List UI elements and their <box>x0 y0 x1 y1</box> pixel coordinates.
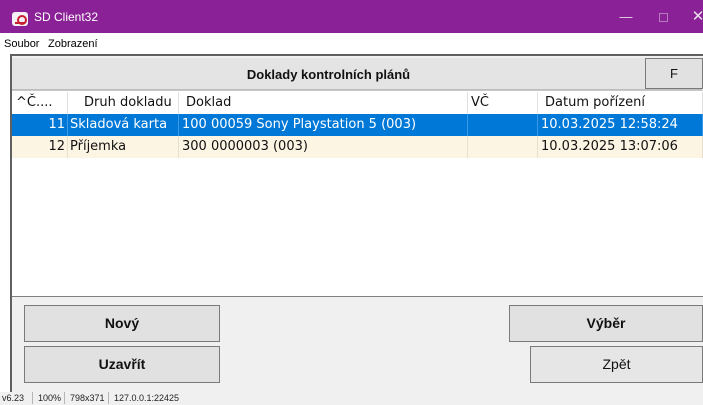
row-number: 11 <box>12 114 68 136</box>
row-date: 10.03.2025 13:07:06 <box>538 136 703 158</box>
status-divider <box>32 392 33 404</box>
table-row[interactable]: 12 Příjemka 300 0000003 (003) 10.03.2025… <box>12 136 703 158</box>
menu-bar: Soubor Zobrazení <box>0 35 703 54</box>
status-zoom: 100% <box>38 393 62 403</box>
filter-button[interactable]: F <box>645 58 703 89</box>
status-address: 127.0.0.1:22425 <box>114 393 180 403</box>
column-header-type[interactable]: Druh dokladu <box>68 92 179 114</box>
row-document: 300 0000003 (003) <box>179 136 468 158</box>
menu-soubor[interactable]: Soubor <box>4 38 39 50</box>
row-vc <box>468 114 538 136</box>
status-version: v6.23 <box>2 393 25 403</box>
window-title: SD Client32 <box>34 10 99 24</box>
new-button[interactable]: Nový <box>24 305 220 342</box>
panel-title: Doklady kontrolních plánů <box>246 67 411 82</box>
menu-zobrazeni[interactable]: Zobrazení <box>48 38 98 50</box>
documents-table[interactable]: ^Č.... Druh dokladu Doklad VČ Datum poří… <box>12 90 703 297</box>
table-header-row: ^Č.... Druh dokladu Doklad VČ Datum poří… <box>12 92 703 114</box>
close-icon[interactable]: ✕ <box>684 6 703 28</box>
close-button[interactable]: Uzavřít <box>24 346 220 383</box>
column-header-date[interactable]: Datum pořízení <box>538 92 703 114</box>
maximize-icon[interactable] <box>649 6 677 28</box>
minimize-icon[interactable]: — <box>612 6 640 28</box>
panel-header: Doklady kontrolních plánů <box>12 58 702 90</box>
table-row[interactable]: 11 Skladová karta 100 00059 Sony Playsta… <box>12 114 703 136</box>
status-divider <box>64 392 65 404</box>
app-icon <box>12 12 28 26</box>
back-button[interactable]: Zpět <box>530 346 703 383</box>
title-bar[interactable]: SD Client32 — ✕ <box>0 0 703 33</box>
row-type: Příjemka <box>68 136 179 158</box>
row-number: 12 <box>12 136 68 158</box>
column-header-document[interactable]: Doklad <box>179 92 468 114</box>
status-bar: v6.23 100% 798x371 127.0.0.1:22425 <box>0 392 703 405</box>
row-document: 100 00059 Sony Playstation 5 (003) <box>179 114 468 136</box>
column-header-number[interactable]: ^Č.... <box>12 92 68 114</box>
status-size: 798x371 <box>70 393 105 403</box>
row-vc <box>468 136 538 158</box>
column-header-vc[interactable]: VČ <box>468 92 538 114</box>
select-button[interactable]: Výběr <box>509 305 703 342</box>
row-date: 10.03.2025 12:58:24 <box>538 114 703 136</box>
row-type: Skladová karta <box>68 114 179 136</box>
status-divider <box>108 392 109 404</box>
